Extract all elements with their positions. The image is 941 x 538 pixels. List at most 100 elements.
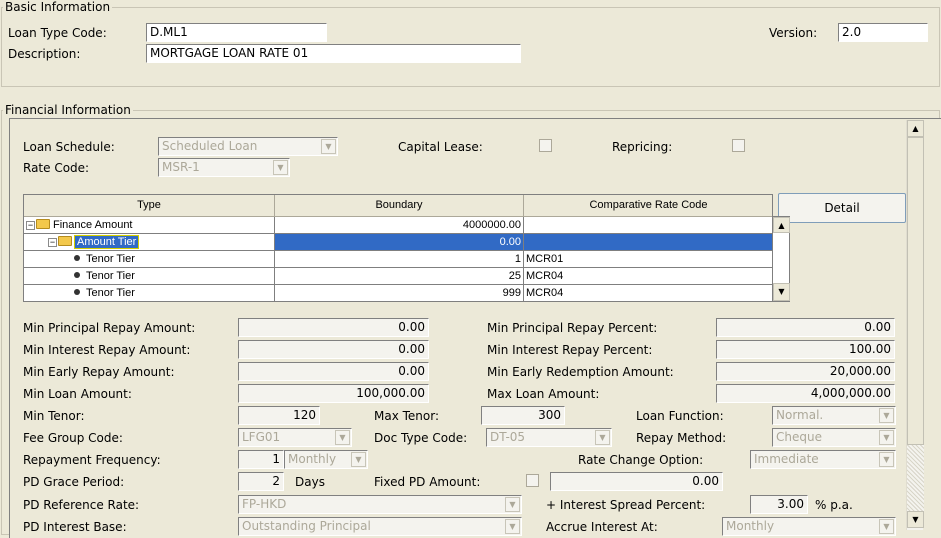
grid-cell-boundary: 999 <box>275 285 524 301</box>
pd-interest-base-label: PD Interest Base: <box>23 520 127 534</box>
min-loan-amount-field[interactable]: 100,000.00 <box>238 384 429 403</box>
pd-grace-unit: Days <box>295 475 325 489</box>
chevron-down-icon: ▼ <box>321 139 336 154</box>
leaf-node-icon <box>74 289 80 295</box>
min-interest-repay-amount-label: Min Interest Repay Amount: <box>23 343 191 357</box>
panel-vertical-scrollbar[interactable]: ▲ ▼ <box>906 120 924 530</box>
panel-scroll-track <box>907 445 924 513</box>
min-interest-repay-percent-label: Min Interest Repay Percent: <box>487 343 653 357</box>
grid-header-boundary[interactable]: Boundary <box>275 195 524 217</box>
accrue-interest-at-select[interactable]: Monthly ▼ <box>722 517 896 536</box>
grid-row[interactable]: Tenor Tier 25 MCR04 <box>24 268 772 285</box>
chevron-down-icon: ▼ <box>505 497 520 512</box>
panel-scroll-up-button[interactable]: ▲ <box>907 120 924 137</box>
accrue-interest-at-label: Accrue Interest At: <box>546 520 658 534</box>
panel-scroll-thumb[interactable] <box>907 137 924 445</box>
grid-cell-rate <box>524 217 772 234</box>
min-loan-amount-label: Min Loan Amount: <box>23 387 132 401</box>
doc-type-code-select[interactable]: DT-05 ▼ <box>486 428 612 447</box>
grid-row[interactable]: Tenor Tier 999 MCR04 <box>24 285 772 301</box>
leaf-node-icon <box>74 272 80 278</box>
fee-group-code-label: Fee Group Code: <box>23 431 123 445</box>
grid-type-text: Tenor Tier <box>86 270 135 282</box>
grid-vertical-scrollbar[interactable]: ▲ ▼ <box>773 216 790 302</box>
leaf-node-icon <box>74 255 80 261</box>
fee-group-code-value: LFG01 <box>242 430 281 444</box>
loan-function-value: Normal. <box>776 408 824 422</box>
min-principal-repay-percent-label: Min Principal Repay Percent: <box>487 321 658 335</box>
min-early-repay-amount-label: Min Early Repay Amount: <box>23 365 175 379</box>
grid-cell-type: Tenor Tier <box>24 285 275 301</box>
min-early-redemption-amount-field[interactable]: 20,000.00 <box>716 362 895 381</box>
max-loan-amount-label: Max Loan Amount: <box>487 387 600 401</box>
grid-type-text: Tenor Tier <box>86 287 135 299</box>
repayment-frequency-label: Repayment Frequency: <box>23 453 161 467</box>
grid-type-text: Amount Tier <box>73 235 140 249</box>
grid-cell-rate: MCR01 <box>524 251 772 268</box>
grid-scroll-up-button[interactable]: ▲ <box>773 217 790 233</box>
repricing-label: Repricing: <box>612 140 673 154</box>
rate-code-value: MSR-1 <box>162 160 200 174</box>
grid-row[interactable]: − Finance Amount 4000000.00 <box>24 217 772 234</box>
version-field[interactable]: 2.0 <box>838 23 928 42</box>
min-principal-repay-percent-field[interactable]: 0.00 <box>716 318 895 337</box>
grid-cell-type: Tenor Tier <box>24 251 275 268</box>
grid-cell-type: Tenor Tier <box>24 268 275 285</box>
loan-function-select[interactable]: Normal. ▼ <box>772 406 896 425</box>
collapse-icon[interactable]: − <box>26 221 35 230</box>
grid-header-type[interactable]: Type <box>24 195 275 217</box>
min-early-repay-amount-field[interactable]: 0.00 <box>238 362 429 381</box>
grid-scroll-down-button[interactable]: ▼ <box>773 283 790 301</box>
repayment-frequency-number-field[interactable]: 1 <box>238 450 284 469</box>
chevron-down-icon: ▼ <box>879 519 894 534</box>
grid-header-comparative-rate-code[interactable]: Comparative Rate Code <box>524 195 772 217</box>
financial-information-title: Financial Information <box>3 103 133 117</box>
accrue-interest-at-value: Monthly <box>726 519 775 533</box>
capital-lease-checkbox[interactable] <box>539 139 552 152</box>
grid-cell-boundary: 1 <box>275 251 524 268</box>
min-tenor-label: Min Tenor: <box>23 409 85 423</box>
repayment-frequency-unit-select[interactable]: Monthly ▼ <box>284 450 368 469</box>
folder-icon <box>58 236 72 246</box>
repay-method-select[interactable]: Cheque ▼ <box>772 428 896 447</box>
max-loan-amount-field[interactable]: 4,000,000.00 <box>716 384 895 403</box>
loan-function-label: Loan Function: <box>636 409 724 423</box>
rate-change-option-value: Immediate <box>754 452 819 466</box>
folder-icon <box>36 219 50 229</box>
rate-change-option-select[interactable]: Immediate ▼ <box>750 450 896 469</box>
rate-code-select[interactable]: MSR-1 ▼ <box>158 158 290 177</box>
grid-cell-boundary: 4000000.00 <box>275 217 524 234</box>
loan-type-code-field[interactable]: D.ML1 <box>146 23 327 42</box>
min-principal-repay-amount-field[interactable]: 0.00 <box>238 318 429 337</box>
min-tenor-field[interactable]: 120 <box>238 406 320 425</box>
repricing-checkbox[interactable] <box>732 139 745 152</box>
fixed-pd-amount-checkbox[interactable] <box>526 474 539 487</box>
grid-row[interactable]: Tenor Tier 1 MCR01 <box>24 251 772 268</box>
max-tenor-field[interactable]: 300 <box>481 406 565 425</box>
min-interest-repay-amount-field[interactable]: 0.00 <box>238 340 429 359</box>
pd-grace-period-field[interactable]: 2 <box>238 472 284 491</box>
rate-tier-grid[interactable]: Type Boundary Comparative Rate Code − Fin… <box>23 194 773 302</box>
collapse-icon[interactable]: − <box>48 238 57 247</box>
grid-cell-rate: MCR04 <box>524 285 772 301</box>
grid-cell-boundary: 25 <box>275 268 524 285</box>
grid-cell-type: − Amount Tier <box>24 234 275 251</box>
doc-type-code-value: DT-05 <box>490 430 526 444</box>
panel-scroll-down-button[interactable]: ▼ <box>907 511 924 528</box>
detail-button[interactable]: Detail <box>778 193 906 223</box>
interest-spread-label: + Interest Spread Percent: <box>546 498 706 512</box>
loan-schedule-select[interactable]: Scheduled Loan ▼ <box>158 137 338 156</box>
grid-type-text: Finance Amount <box>53 219 133 231</box>
chevron-down-icon: ▼ <box>351 452 366 467</box>
fee-group-code-select[interactable]: LFG01 ▼ <box>238 428 352 447</box>
grid-row-selected[interactable]: − Amount Tier 0.00 <box>24 234 772 251</box>
pd-interest-base-select[interactable]: Outstanding Principal ▼ <box>238 517 522 536</box>
min-interest-repay-percent-field[interactable]: 100.00 <box>716 340 895 359</box>
fixed-pd-amount-field[interactable]: 0.00 <box>550 472 723 491</box>
interest-spread-field[interactable]: 3.00 <box>750 495 808 514</box>
description-field[interactable]: MORTGAGE LOAN RATE 01 <box>146 44 521 63</box>
pd-reference-rate-select[interactable]: FP-HKD ▼ <box>238 495 522 514</box>
pd-reference-rate-value: FP-HKD <box>242 497 287 511</box>
pd-reference-rate-label: PD Reference Rate: <box>23 498 140 512</box>
rate-change-option-label: Rate Change Option: <box>578 453 704 467</box>
